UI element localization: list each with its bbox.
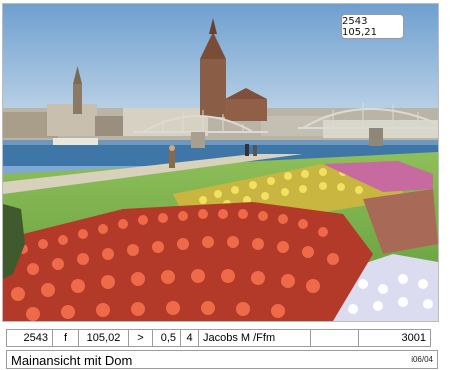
info-cell-symbol: > bbox=[128, 329, 153, 347]
info-cell-type: f bbox=[52, 329, 79, 347]
price-sticker: 2543 105,21 bbox=[341, 14, 404, 39]
info-table: 2543 f 105,02 > 0,5 4 Jacobs M /Ffm 3001 bbox=[6, 329, 431, 347]
info-cell-number: 2543 bbox=[6, 329, 53, 347]
postcard-image: 2543 105,21 bbox=[2, 3, 439, 322]
title-row: Mainansicht mit Dom i06/04 bbox=[6, 350, 438, 369]
info-cell-count: 4 bbox=[180, 329, 199, 347]
info-cell-price: 105,02 bbox=[78, 329, 129, 347]
catalog-code: i06/04 bbox=[411, 355, 433, 364]
info-cell-value: 0,5 bbox=[152, 329, 181, 347]
info-cell-empty bbox=[310, 329, 359, 347]
info-cell-code: 3001 bbox=[358, 329, 431, 347]
info-cell-publisher: Jacobs M /Ffm bbox=[198, 329, 311, 347]
info-row: 2543 f 105,02 > 0,5 4 Jacobs M /Ffm 3001 bbox=[6, 329, 431, 347]
price-sticker-text: 2543 105,21 bbox=[342, 15, 377, 38]
postcard-title: Mainansicht mit Dom bbox=[11, 353, 133, 368]
